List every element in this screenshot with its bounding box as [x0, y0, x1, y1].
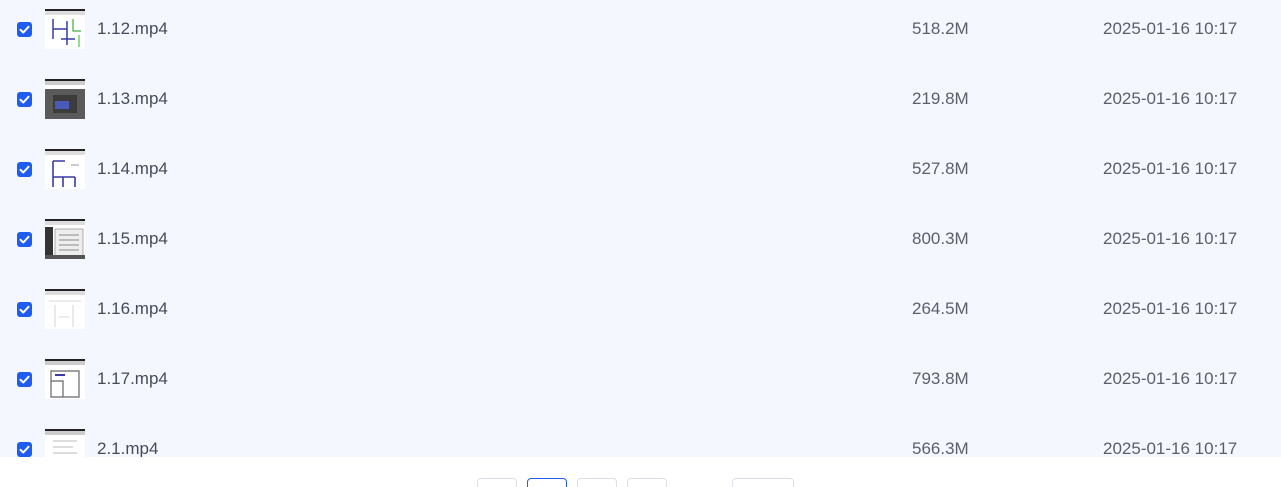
check-icon [19, 305, 30, 314]
file-row[interactable]: 1.12.mp4 518.2M 2025-01-16 10:17 [0, 0, 1281, 70]
file-row[interactable]: 1.14.mp4 527.8M 2025-01-16 10:17 [0, 140, 1281, 210]
prev-page-button[interactable] [477, 478, 517, 487]
check-icon [19, 445, 30, 454]
video-thumbnail[interactable] [45, 289, 85, 329]
file-row[interactable]: 1.15.mp4 800.3M 2025-01-16 10:17 [0, 210, 1281, 280]
file-modified-date: 2025-01-16 10:17 [1103, 229, 1238, 248]
file-row[interactable]: 2.1.mp4 566.3M 2025-01-16 10:17 [0, 420, 1281, 457]
video-thumbnail[interactable] [45, 79, 85, 119]
file-list: 1.12.mp4 518.2M 2025-01-16 10:17 1.13.mp4 21… [0, 0, 1281, 457]
file-row[interactable]: 1.17.mp4 793.8M 2025-01-16 10:17 [0, 350, 1281, 420]
file-modified-date: 2025-01-16 10:17 [1103, 89, 1238, 108]
video-thumbnail[interactable] [45, 429, 85, 457]
row-checkbox[interactable] [17, 162, 32, 177]
row-checkbox[interactable] [17, 232, 32, 247]
row-checkbox[interactable] [17, 92, 32, 107]
file-name[interactable]: 1.12.mp4 [97, 19, 168, 39]
check-icon [19, 25, 30, 34]
file-size: 518.2M [912, 19, 969, 38]
video-thumbnail[interactable] [45, 149, 85, 189]
file-row[interactable]: 1.13.mp4 219.8M 2025-01-16 10:17 [0, 70, 1281, 140]
file-name[interactable]: 1.17.mp4 [97, 369, 168, 389]
row-checkbox[interactable] [17, 302, 32, 317]
video-thumbnail[interactable] [45, 219, 85, 259]
video-thumbnail[interactable] [45, 9, 85, 49]
file-modified-date: 2025-01-16 10:17 [1103, 159, 1238, 178]
file-modified-date: 2025-01-16 10:17 [1103, 369, 1238, 388]
file-size: 566.3M [912, 439, 969, 457]
page-button[interactable] [577, 478, 617, 487]
file-size: 219.8M [912, 89, 969, 108]
file-size: 264.5M [912, 299, 969, 318]
file-name[interactable]: 1.14.mp4 [97, 159, 168, 179]
file-size: 800.3M [912, 229, 969, 248]
check-icon [19, 165, 30, 174]
file-modified-date: 2025-01-16 10:17 [1103, 19, 1238, 38]
page-button-current[interactable] [527, 478, 567, 487]
pagination [0, 457, 1281, 487]
file-modified-date: 2025-01-16 10:17 [1103, 299, 1238, 318]
file-name[interactable]: 2.1.mp4 [97, 439, 158, 457]
row-checkbox[interactable] [17, 442, 32, 457]
video-thumbnail[interactable] [45, 359, 85, 399]
row-checkbox[interactable] [17, 372, 32, 387]
file-modified-date: 2025-01-16 10:17 [1103, 439, 1238, 457]
file-name[interactable]: 1.16.mp4 [97, 299, 168, 319]
file-name[interactable]: 1.15.mp4 [97, 229, 168, 249]
page-jump-input[interactable] [732, 478, 794, 487]
row-checkbox[interactable] [17, 22, 32, 37]
file-size: 793.8M [912, 369, 969, 388]
file-name[interactable]: 1.13.mp4 [97, 89, 168, 109]
page-button[interactable] [627, 478, 667, 487]
check-icon [19, 235, 30, 244]
check-icon [19, 95, 30, 104]
file-row[interactable]: 1.16.mp4 264.5M 2025-01-16 10:17 [0, 280, 1281, 350]
file-size: 527.8M [912, 159, 969, 178]
check-icon [19, 375, 30, 384]
